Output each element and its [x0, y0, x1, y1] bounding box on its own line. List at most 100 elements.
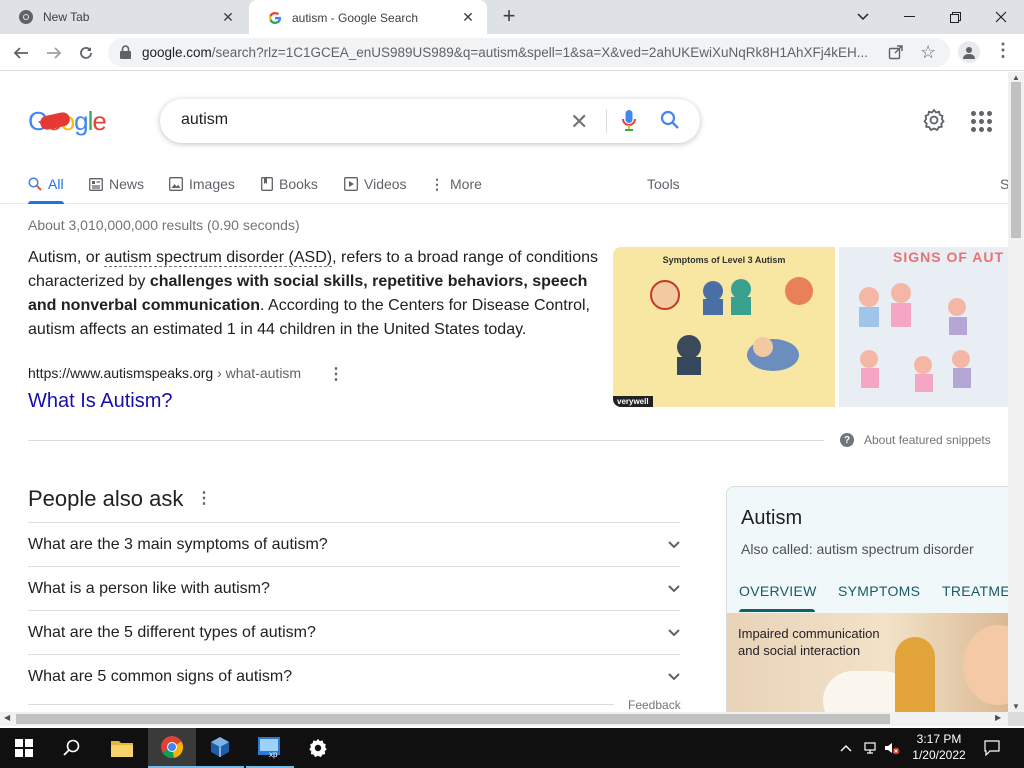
tab-all[interactable]: All	[28, 172, 64, 196]
people-also-ask-list: What are the 3 main symptoms of autism? …	[28, 522, 680, 698]
result-stats: About 3,010,000,000 results (0.90 second…	[28, 217, 300, 233]
close-window-icon[interactable]	[978, 0, 1024, 34]
scrollbar-corner	[1008, 712, 1024, 726]
search-icon[interactable]	[660, 110, 680, 135]
chevron-down-icon	[668, 580, 680, 598]
new-tab-plus-icon[interactable]: +	[498, 5, 520, 28]
file-explorer-icon[interactable]	[98, 728, 146, 768]
kp-hero-caption: Impaired communication and social interac…	[738, 626, 880, 658]
svg-text:xp: xp	[269, 750, 278, 759]
browser-tab-strip: New Tab ✕ autism - Google Search ✕ +	[0, 0, 1024, 35]
result-url[interactable]: https://www.autismspeaks.org › what-auti…	[28, 365, 301, 381]
scroll-left-arrow-icon[interactable]: ◀	[4, 713, 10, 722]
address-bar[interactable]: google.com/search?rlz=1C1GCEA_enUS989US9…	[108, 38, 950, 67]
forward-arrow-icon[interactable]	[41, 40, 67, 66]
paa-question[interactable]: What are the 3 main symptoms of autism?	[28, 522, 680, 566]
clear-search-icon[interactable]: ✕	[570, 109, 588, 135]
chevron-down-icon	[668, 668, 680, 686]
kp-tab-symptoms[interactable]: SYMPTOMS	[838, 583, 920, 599]
xp-app-icon[interactable]: xp	[246, 728, 294, 768]
paa-question[interactable]: What are the 5 different types of autism…	[28, 610, 680, 654]
tab-news[interactable]: News	[89, 172, 144, 196]
settings-gear-icon[interactable]	[922, 108, 946, 137]
network-icon[interactable]	[864, 728, 880, 768]
back-arrow-icon[interactable]	[8, 40, 34, 66]
vertical-scroll-thumb[interactable]	[1011, 82, 1021, 238]
news-icon	[89, 177, 103, 191]
browser-toolbar: google.com/search?rlz=1C1GCEA_enUS989US9…	[0, 34, 1024, 71]
clock-date: 1/20/2022	[912, 748, 966, 762]
restore-icon[interactable]	[932, 0, 978, 34]
google-apps-grid-icon[interactable]	[971, 111, 992, 132]
feedback-link[interactable]: Feedback	[628, 698, 681, 712]
minimize-icon[interactable]	[886, 0, 932, 34]
settings-gear-taskbar-icon[interactable]	[294, 728, 342, 768]
chrome-taskbar-icon[interactable]	[148, 728, 196, 768]
url-text[interactable]: google.com/search?rlz=1C1GCEA_enUS989US9…	[142, 45, 882, 60]
scroll-down-arrow-icon[interactable]: ▼	[1012, 702, 1020, 711]
reload-icon[interactable]	[73, 40, 99, 66]
asd-definition-link[interactable]: autism spectrum disorder (ASD)	[104, 249, 333, 267]
google-favicon-icon	[267, 10, 283, 26]
virtualbox-icon[interactable]	[196, 728, 244, 768]
selected-tab-indicator	[28, 201, 64, 204]
tools-button[interactable]: Tools	[647, 172, 680, 196]
kp-hero-image[interactable]: Impaired communication and social interac…	[727, 613, 1008, 712]
volume-muted-icon[interactable]	[884, 728, 900, 768]
notification-center-icon[interactable]	[984, 728, 1000, 768]
windows-taskbar: xp 3:17 PM 1/20/2022	[0, 728, 1024, 768]
kp-tab-overview[interactable]: OVERVIEW	[739, 583, 817, 599]
bookmark-star-icon[interactable]: ☆	[920, 42, 936, 63]
browser-tab-google-search[interactable]: autism - Google Search ✕	[249, 0, 487, 35]
search-results-page: Google autism ✕ All News Images	[0, 72, 1008, 712]
google-logo[interactable]: Google	[28, 106, 107, 137]
horizontal-scroll-thumb[interactable]	[16, 714, 890, 724]
paa-question[interactable]: What are 5 common signs of autism?	[28, 654, 680, 698]
help-icon: ?	[840, 433, 854, 447]
result-more-options-icon[interactable]: ⋮	[328, 364, 344, 384]
chair-shape	[895, 637, 935, 712]
tab-books[interactable]: Books	[261, 172, 318, 196]
lock-icon[interactable]	[120, 45, 132, 59]
search-input[interactable]: autism	[181, 111, 228, 129]
search-divider	[606, 109, 607, 133]
microphone-icon[interactable]	[622, 110, 636, 137]
search-tabs-bar: All News Images Books Videos ⋮ More Tool…	[0, 168, 1008, 204]
kp-also-called: Also called: autism spectrum disorder	[741, 541, 974, 557]
kp-title: Autism	[741, 507, 803, 529]
chrome-menu-icon[interactable]: ⋮	[994, 40, 1012, 61]
tab-more[interactable]: ⋮ More	[430, 172, 482, 196]
paa-more-options-icon[interactable]: ⋮	[196, 488, 212, 508]
result-title-link[interactable]: What Is Autism?	[28, 390, 173, 413]
tab-videos[interactable]: Videos	[344, 172, 407, 196]
scroll-up-arrow-icon[interactable]: ▲	[1012, 73, 1020, 82]
share-icon[interactable]	[888, 44, 904, 65]
tab-title: New Tab	[43, 10, 90, 24]
featured-image-symptoms[interactable]: Symptoms of Level 3 Autism verywell	[613, 247, 835, 407]
chevron-down-icon	[668, 624, 680, 642]
tab-images[interactable]: Images	[169, 172, 235, 196]
featured-image-signs[interactable]: SIGNS OF AUT	[839, 247, 1008, 407]
horizontal-scrollbar[interactable]: ◀ ▶	[0, 712, 1008, 726]
browser-tab-new-tab[interactable]: New Tab ✕	[0, 0, 247, 34]
chevron-down-icon	[668, 536, 680, 554]
vertical-scrollbar[interactable]: ▲ ▼	[1008, 72, 1024, 712]
tab-partially-visible[interactable]: S	[1000, 172, 1008, 196]
close-tab-icon[interactable]: ✕	[459, 8, 477, 26]
image-icon	[169, 177, 183, 191]
people-also-ask-title: People also ask	[28, 486, 184, 511]
scroll-right-arrow-icon[interactable]: ▶	[995, 713, 1001, 722]
chrome-icon	[18, 9, 34, 25]
about-featured-snippets[interactable]: ? About featured snippets	[840, 433, 991, 447]
windows-start-icon[interactable]	[0, 728, 48, 768]
tab-search-chevron-icon[interactable]	[840, 0, 886, 34]
paa-question[interactable]: What is a person like with autism?	[28, 566, 680, 610]
kp-tab-treatments[interactable]: TREATME	[942, 583, 1008, 599]
taskbar-search-icon[interactable]	[48, 728, 96, 768]
show-hidden-icons-chevron-icon[interactable]	[840, 728, 852, 768]
video-icon	[344, 177, 358, 191]
profile-avatar-icon[interactable]	[958, 41, 980, 63]
taskbar-clock[interactable]: 3:17 PM 1/20/2022	[904, 731, 974, 763]
close-tab-icon[interactable]: ✕	[219, 8, 237, 26]
search-box[interactable]: autism ✕	[160, 99, 700, 143]
